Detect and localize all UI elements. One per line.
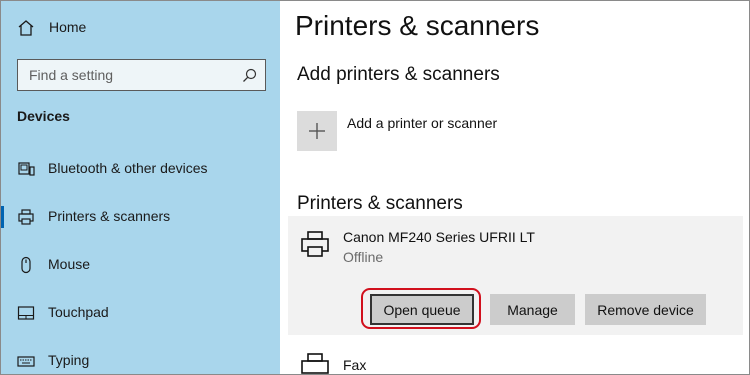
sidebar-item-bluetooth[interactable]: Bluetooth & other devices	[0, 146, 280, 190]
search-placeholder: Find a setting	[29, 67, 114, 83]
add-printer-button[interactable]	[297, 111, 337, 151]
search-input[interactable]: Find a setting	[17, 59, 266, 91]
printer-icon	[18, 209, 34, 225]
sidebar-item-mouse[interactable]: Mouse	[0, 242, 280, 286]
bluetooth-devices-icon	[18, 162, 35, 176]
home-icon	[18, 20, 34, 36]
fax-printer-icon	[301, 353, 329, 374]
printer-name: Canon MF240 Series UFRII LT	[343, 229, 535, 245]
sidebar-item-label: Touchpad	[48, 304, 109, 320]
sidebar-item-touchpad[interactable]: Touchpad	[0, 290, 280, 334]
fax-printer-name[interactable]: Fax	[343, 357, 366, 373]
section-title-devices: Devices	[17, 108, 70, 124]
page-title: Printers & scanners	[295, 10, 540, 41]
printers-list-heading: Printers & scanners	[297, 193, 463, 214]
open-queue-button[interactable]: Open queue	[370, 294, 474, 325]
sidebar-item-typing[interactable]: Typing	[0, 338, 280, 375]
mouse-icon	[21, 256, 31, 274]
sidebar-item-label: Typing	[48, 352, 90, 368]
sidebar-item-label: Bluetooth & other devices	[48, 160, 208, 176]
plus-icon	[309, 123, 325, 139]
add-printer-label[interactable]: Add a printer or scanner	[347, 115, 497, 131]
manage-button[interactable]: Manage	[490, 294, 575, 325]
remove-device-button[interactable]: Remove device	[585, 294, 706, 325]
sidebar-item-label: Printers & scanners	[48, 208, 171, 224]
sidebar: Home Find a setting Devices Bluetooth & …	[0, 0, 280, 375]
nav-home[interactable]: Home	[0, 8, 280, 48]
nav-home-label: Home	[49, 19, 87, 35]
keyboard-icon	[17, 356, 35, 367]
sidebar-item-label: Mouse	[48, 256, 91, 272]
printer-icon	[301, 231, 329, 257]
search-icon[interactable]	[242, 68, 257, 83]
active-indicator	[0, 206, 4, 228]
sidebar-item-printers[interactable]: Printers & scanners	[0, 194, 280, 238]
printer-item-selected[interactable]: Canon MF240 Series UFRII LT Offline Open…	[288, 216, 743, 335]
main-content: Printers & scanners Add printers & scann…	[280, 0, 750, 375]
add-printers-heading: Add printers & scanners	[297, 64, 500, 85]
printer-status: Offline	[343, 249, 384, 265]
touchpad-icon	[17, 306, 35, 320]
